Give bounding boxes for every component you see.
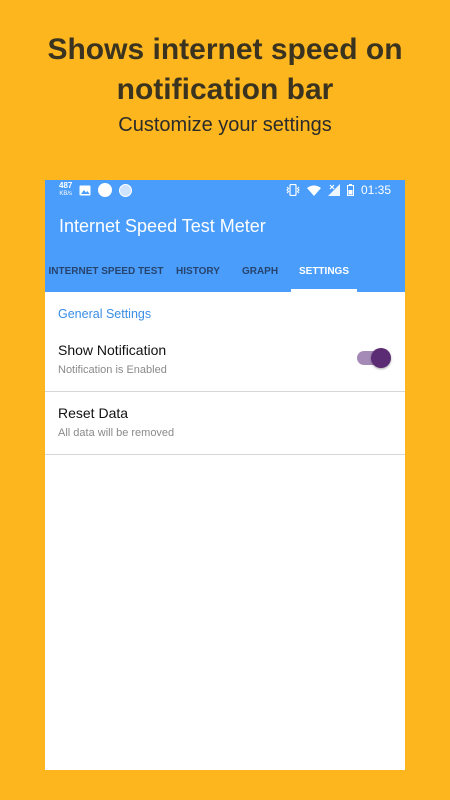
tab-internet-speed-test[interactable]: INTERNET SPEED TEST — [45, 258, 167, 292]
setting-show-notification[interactable]: Show Notification Notification is Enable… — [45, 329, 405, 392]
tab-graph[interactable]: GRAPH — [229, 258, 291, 292]
vibrate-icon — [286, 184, 300, 196]
battery-icon — [346, 184, 354, 196]
wifi-icon — [306, 185, 321, 196]
notification-circle-icon — [119, 183, 133, 197]
tab-history[interactable]: HISTORY — [167, 258, 229, 292]
speed-value: 487 — [59, 181, 73, 190]
image-icon — [79, 185, 91, 196]
speed-unit: KB/s — [59, 191, 73, 197]
app-bar: 487 KB/s 01:35 Internet Speed Test Meter… — [45, 180, 405, 292]
setting-title: Reset Data — [58, 405, 129, 421]
setting-title: Show Notification — [58, 342, 167, 358]
network-speed-indicator: 487 KB/s — [59, 182, 72, 198]
toggle-thumb — [371, 348, 391, 368]
promo-headline: Shows internet speed on notification bar — [0, 30, 450, 110]
setting-reset-data[interactable]: Reset Data All data will be removed — [45, 392, 405, 455]
notification-dot-icon — [98, 183, 113, 197]
signal-icon — [327, 184, 340, 196]
status-bar: 487 KB/s 01:35 — [45, 180, 405, 202]
clock-time: 01:35 — [360, 183, 391, 197]
promo-headline-line2: notification bar — [116, 73, 334, 106]
section-header-general-settings: General Settings — [58, 307, 152, 321]
promo-headline-line1: Shows internet speed on — [47, 33, 403, 66]
phone-screen: 487 KB/s 01:35 Internet Speed Test Meter… — [45, 180, 405, 770]
promo-subheadline: Customize your settings — [118, 114, 332, 136]
notification-toggle[interactable] — [357, 348, 391, 368]
tab-settings[interactable]: SETTINGS — [291, 258, 357, 292]
app-title: Internet Speed Test Meter — [59, 216, 266, 236]
setting-summary: All data will be removed — [58, 427, 175, 439]
tab-bar: INTERNET SPEED TEST HISTORY GRAPH SETTIN… — [45, 258, 405, 292]
setting-summary: Notification is Enabled — [58, 364, 167, 376]
